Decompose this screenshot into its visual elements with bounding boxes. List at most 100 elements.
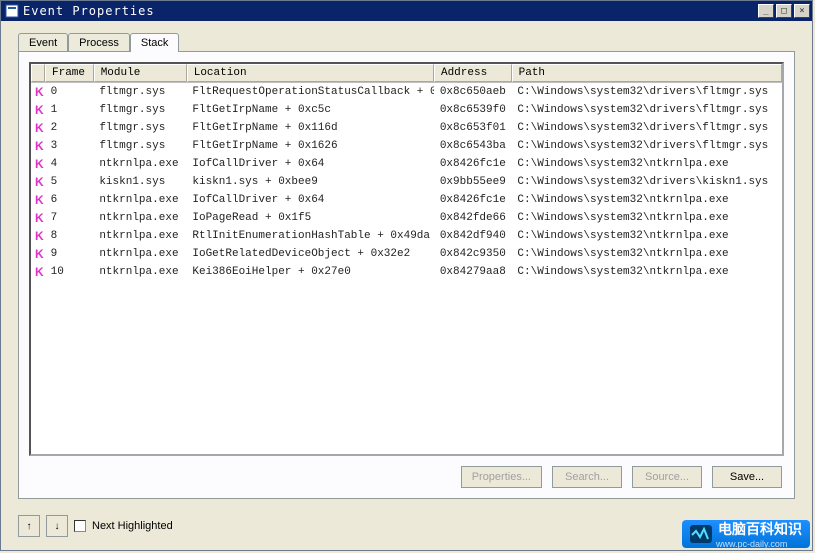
- table-row[interactable]: K3fltmgr.sysFltGetIrpName + 0x16260x8c65…: [31, 137, 782, 155]
- cell-address: 0x84279aa8: [434, 264, 512, 280]
- table-row[interactable]: K5kiskn1.syskiskn1.sys + 0xbee90x9bb55ee…: [31, 173, 782, 191]
- table-row[interactable]: K4ntkrnlpa.exeIofCallDriver + 0x640x8426…: [31, 155, 782, 173]
- table-row[interactable]: K2fltmgr.sysFltGetIrpName + 0x116d0x8c65…: [31, 119, 782, 137]
- cell-location: IoGetRelatedDeviceObject + 0x32e2: [186, 246, 433, 262]
- cell-location: IoPageRead + 0x1f5: [186, 210, 433, 226]
- stack-list[interactable]: Frame Module Location Address Path K0flt…: [29, 62, 784, 456]
- kernel-mark: K: [31, 193, 45, 207]
- column-header-path[interactable]: Path: [512, 64, 782, 82]
- cell-frame: 3: [45, 138, 94, 154]
- kernel-mark: K: [31, 247, 45, 261]
- kernel-mark: K: [31, 175, 45, 189]
- app-icon: [5, 4, 19, 18]
- save-button[interactable]: Save...: [712, 466, 782, 488]
- cell-frame: 10: [45, 264, 94, 280]
- cell-frame: 6: [45, 192, 94, 208]
- cell-path: C:\Windows\system32\drivers\fltmgr.sys: [511, 138, 782, 154]
- column-header-location[interactable]: Location: [187, 64, 434, 82]
- cell-module: ntkrnlpa.exe: [93, 156, 186, 172]
- cell-address: 0x8426fc1e: [434, 156, 512, 172]
- bottom-toolbar: ↑ ↓ Next Highlighted: [18, 515, 173, 537]
- cell-location: FltRequestOperationStatusCallback + 0xeb…: [186, 84, 433, 100]
- arrow-down-icon: ↓: [55, 521, 60, 532]
- cell-path: C:\Windows\system32\drivers\fltmgr.sys: [511, 120, 782, 136]
- table-row[interactable]: K7ntkrnlpa.exeIoPageRead + 0x1f50x842fde…: [31, 209, 782, 227]
- window-controls: _ □ ×: [758, 4, 810, 18]
- button-row: Properties... Search... Source... Save..…: [461, 466, 782, 488]
- cell-location: FltGetIrpName + 0x116d: [186, 120, 433, 136]
- cell-path: C:\Windows\system32\ntkrnlpa.exe: [511, 156, 782, 172]
- kernel-mark: K: [31, 229, 45, 243]
- next-event-button[interactable]: ↓: [46, 515, 68, 537]
- table-row[interactable]: K8ntkrnlpa.exeRtlInitEnumerationHashTabl…: [31, 227, 782, 245]
- kernel-mark: K: [31, 139, 45, 153]
- table-row[interactable]: K0fltmgr.sysFltRequestOperationStatusCal…: [31, 83, 782, 101]
- cell-location: IofCallDriver + 0x64: [186, 192, 433, 208]
- tab-stack[interactable]: Stack: [130, 33, 180, 52]
- cell-frame: 5: [45, 174, 94, 190]
- kernel-mark: K: [31, 103, 45, 117]
- column-header-module[interactable]: Module: [94, 64, 187, 82]
- cell-address: 0x8c650aeb: [434, 84, 512, 100]
- column-header-row: Frame Module Location Address Path: [31, 64, 782, 83]
- cell-module: fltmgr.sys: [93, 102, 186, 118]
- source-button[interactable]: Source...: [632, 466, 702, 488]
- cell-address: 0x9bb55ee9: [434, 174, 512, 190]
- cell-address: 0x842c9350: [434, 246, 512, 262]
- watermark-brand: 电脑百科知识: [718, 519, 802, 539]
- table-row[interactable]: K1fltmgr.sysFltGetIrpName + 0xc5c0x8c653…: [31, 101, 782, 119]
- maximize-button[interactable]: □: [776, 4, 792, 18]
- cell-path: C:\Windows\system32\ntkrnlpa.exe: [511, 246, 782, 262]
- column-header-address[interactable]: Address: [434, 64, 512, 82]
- cell-module: kiskn1.sys: [93, 174, 186, 190]
- table-row[interactable]: K6ntkrnlpa.exeIofCallDriver + 0x640x8426…: [31, 191, 782, 209]
- cell-frame: 7: [45, 210, 94, 226]
- table-row[interactable]: K10ntkrnlpa.exeKei386EoiHelper + 0x27e00…: [31, 263, 782, 281]
- cell-path: C:\Windows\system32\drivers\fltmgr.sys: [511, 84, 782, 100]
- cell-frame: 2: [45, 120, 94, 136]
- table-row[interactable]: K9ntkrnlpa.exeIoGetRelatedDeviceObject +…: [31, 245, 782, 263]
- cell-location: kiskn1.sys + 0xbee9: [186, 174, 433, 190]
- cell-address: 0x8c653f01: [434, 120, 512, 136]
- titlebar[interactable]: Event Properties _ □ ×: [1, 1, 812, 21]
- tab-panel: Frame Module Location Address Path K0flt…: [18, 51, 795, 499]
- cell-module: fltmgr.sys: [93, 138, 186, 154]
- cell-path: C:\Windows\system32\ntkrnlpa.exe: [511, 264, 782, 280]
- prev-event-button[interactable]: ↑: [18, 515, 40, 537]
- tab-process[interactable]: Process: [68, 33, 130, 52]
- column-header-kernel[interactable]: [31, 64, 45, 82]
- cell-module: fltmgr.sys: [93, 120, 186, 136]
- cell-module: ntkrnlpa.exe: [93, 192, 186, 208]
- cell-module: ntkrnlpa.exe: [93, 246, 186, 262]
- cell-path: C:\Windows\system32\ntkrnlpa.exe: [511, 228, 782, 244]
- cell-address: 0x8426fc1e: [434, 192, 512, 208]
- search-button[interactable]: Search...: [552, 466, 622, 488]
- kernel-mark: K: [31, 121, 45, 135]
- cell-module: ntkrnlpa.exe: [93, 210, 186, 226]
- cell-location: Kei386EoiHelper + 0x27e0: [186, 264, 433, 280]
- cell-location: FltGetIrpName + 0x1626: [186, 138, 433, 154]
- tab-strip: Event Process Stack: [18, 29, 809, 51]
- column-header-frame[interactable]: Frame: [45, 64, 94, 82]
- cell-location: IofCallDriver + 0x64: [186, 156, 433, 172]
- cell-location: RtlInitEnumerationHashTable + 0x49da: [186, 228, 433, 244]
- kernel-mark: K: [31, 265, 45, 279]
- tab-event[interactable]: Event: [18, 33, 68, 52]
- cell-module: fltmgr.sys: [93, 84, 186, 100]
- kernel-mark: K: [31, 157, 45, 171]
- cell-address: 0x842df940: [434, 228, 512, 244]
- window-title: Event Properties: [23, 4, 758, 18]
- cell-address: 0x8c6543ba: [434, 138, 512, 154]
- cell-path: C:\Windows\system32\ntkrnlpa.exe: [511, 210, 782, 226]
- client-area: Event Process Stack Frame Module Locatio…: [4, 21, 809, 547]
- minimize-button[interactable]: _: [758, 4, 774, 18]
- properties-button[interactable]: Properties...: [461, 466, 542, 488]
- cell-module: ntkrnlpa.exe: [93, 228, 186, 244]
- cell-address: 0x842fde66: [434, 210, 512, 226]
- cell-path: C:\Windows\system32\ntkrnlpa.exe: [511, 192, 782, 208]
- next-highlighted-checkbox[interactable]: [74, 520, 86, 532]
- watermark: 电脑百科知识 www.pc-daily.com: [682, 520, 810, 548]
- close-button[interactable]: ×: [794, 4, 810, 18]
- cell-frame: 4: [45, 156, 94, 172]
- cell-path: C:\Windows\system32\drivers\fltmgr.sys: [511, 102, 782, 118]
